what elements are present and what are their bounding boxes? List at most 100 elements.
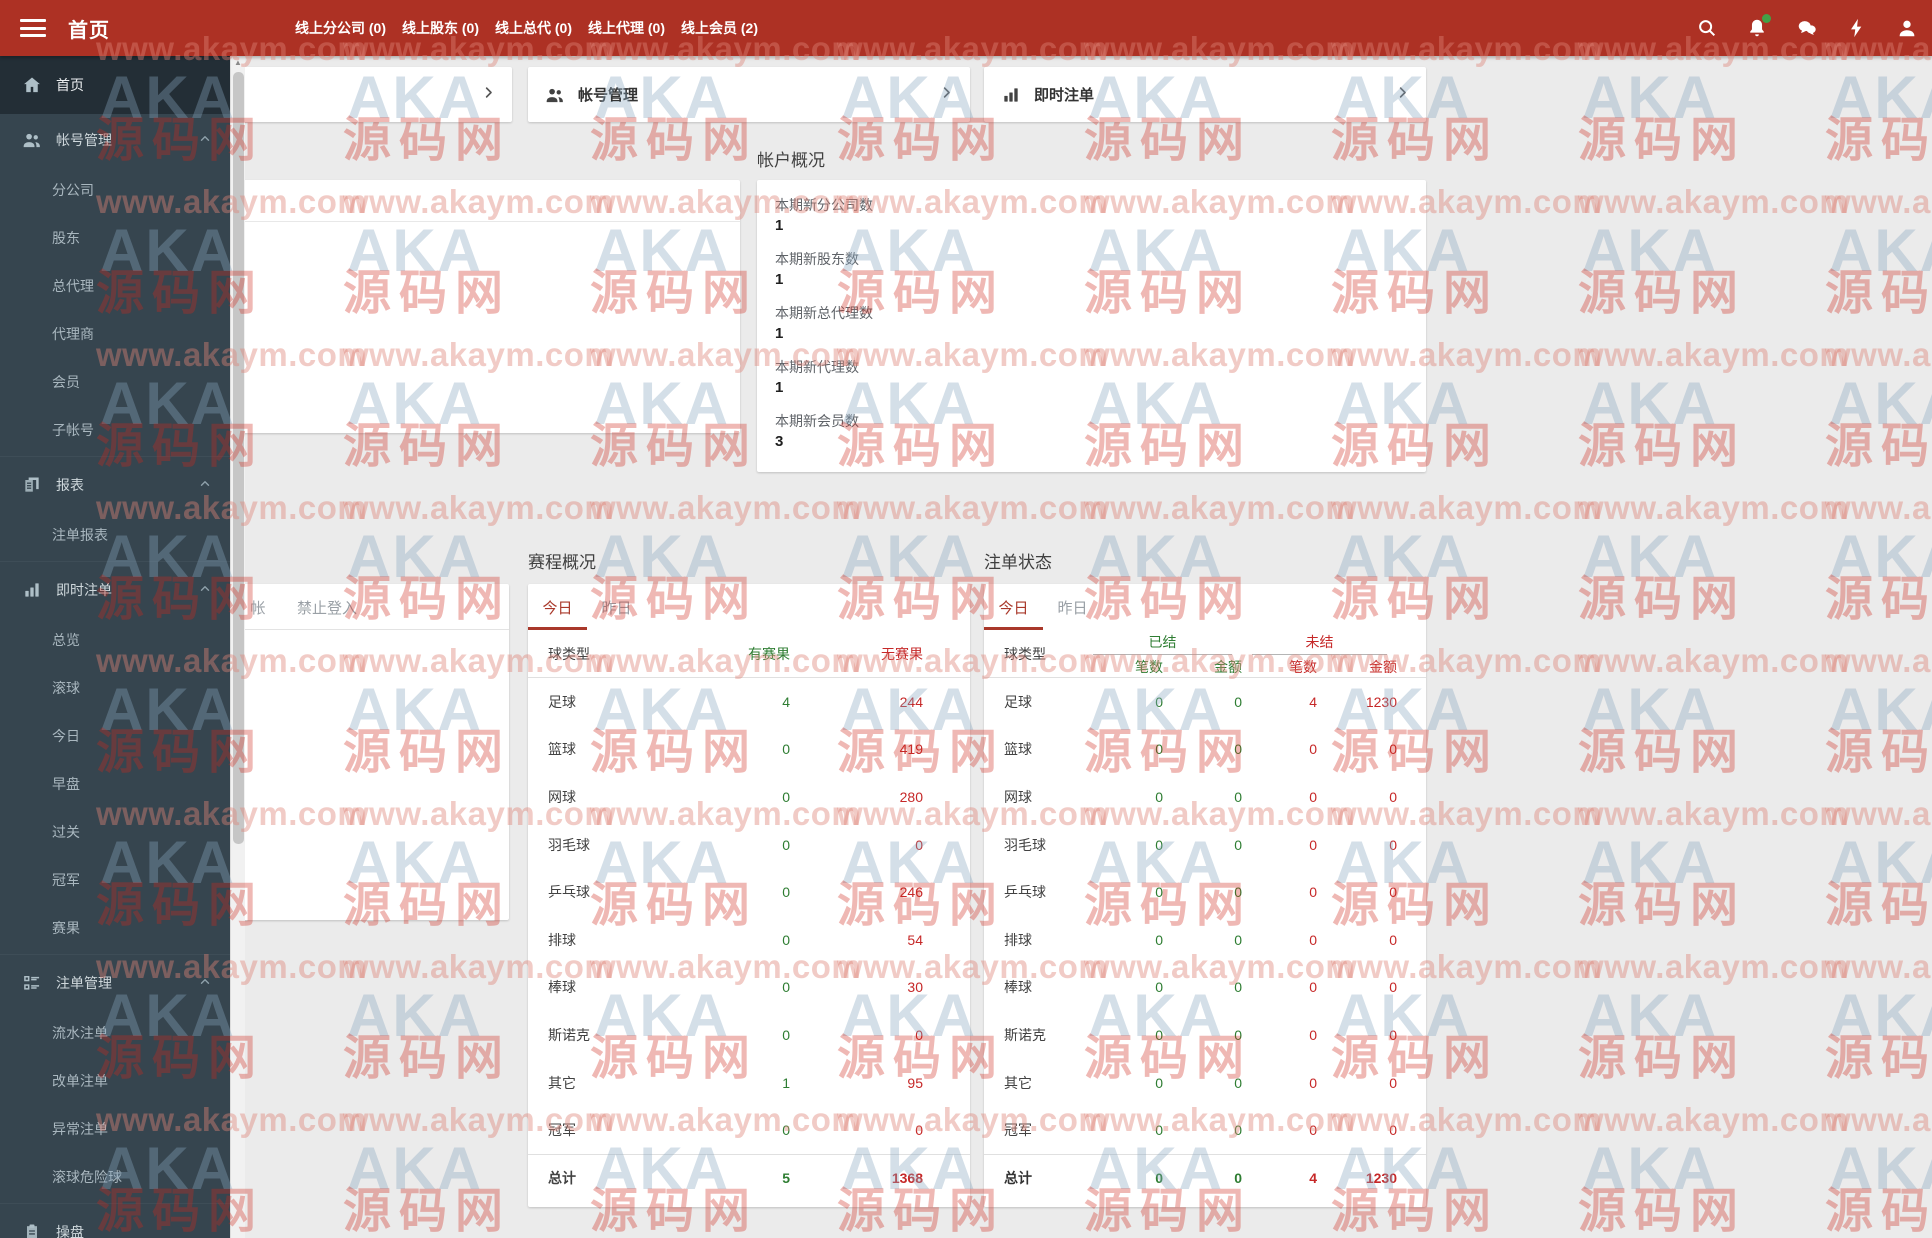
account-overview-heading: 帐户概况: [757, 151, 825, 170]
sidebar-subitem-流水注单[interactable]: 流水注单: [0, 1009, 230, 1057]
sidebar-item-label: 报表: [56, 477, 84, 493]
sidebar-subitem-滚球[interactable]: 滚球: [0, 664, 230, 712]
sidebar-subitem-改单注单[interactable]: 改单注单: [0, 1057, 230, 1105]
stat-value: 1: [775, 217, 784, 234]
shortcut-card-account[interactable]: 帐号管理: [528, 67, 970, 122]
chevron-up-icon: [198, 975, 212, 992]
sidebar-subitem-会员[interactable]: 会员: [0, 358, 230, 406]
stat-block: 本期新股东数 1: [757, 246, 1426, 300]
sidebar-subitem-注单报表[interactable]: 注单报表: [0, 511, 230, 559]
watermark-tile: www.akaym.comAKA源码网: [1578, 795, 1850, 932]
watermark-tile: www.akaym.comAKA源码网: [1825, 336, 1932, 473]
stat-label: 本期新总代理数: [775, 305, 873, 321]
sidebar-item-帐号管理[interactable]: 帐号管理: [0, 114, 230, 166]
bets-table-row: 乒乓球 0 0 0 0: [1004, 884, 1397, 901]
schedule-table-row: 冠军 0 0: [548, 1122, 923, 1139]
sidebar: 首页 帐号管理 分公司 股东 总代理 代理商 会员 子帐号报表注单报表即时注单总览 滚球 今日 早盘…: [0, 56, 230, 1238]
watermark-tile: www.akaym.comAKA源码网: [1578, 642, 1850, 779]
bet-status-heading: 注单状态: [984, 553, 1052, 572]
bets-tab-今日[interactable]: 今日: [984, 584, 1043, 630]
schedule-tab-今日[interactable]: 今日: [528, 584, 587, 630]
sidebar-subitem-过关[interactable]: 过关: [0, 808, 230, 856]
schedule-table-total: 总计 5 1368: [528, 1153, 970, 1202]
sidebar-subitem-早盘[interactable]: 早盘: [0, 760, 230, 808]
sidebar-item-即时注单[interactable]: 即时注单: [0, 564, 230, 616]
sidebar-divider: [0, 954, 230, 955]
search-icon[interactable]: [1696, 17, 1718, 39]
stat-value: 1: [775, 271, 784, 288]
notification-dot: [1762, 14, 1771, 23]
bets-table-total: 总计 0 0 4 1230: [984, 1153, 1426, 1202]
online-stat: 线上股东 (0): [402, 20, 479, 36]
bets-table-row: 冠军 0 0 0 0: [1004, 1122, 1397, 1139]
sidebar-subitem-冠军[interactable]: 冠军: [0, 856, 230, 904]
watermark-tile: www.akaym.comAKA源码网: [1825, 489, 1932, 626]
scroll-up-arrow[interactable]: ▲: [231, 56, 245, 70]
sidebar-subitem-分公司[interactable]: 分公司: [0, 166, 230, 214]
sidebar-divider: [0, 561, 230, 562]
sidebar-subitem-股东[interactable]: 股东: [0, 214, 230, 262]
watermark-tile: www.akaym.comAKA源码网: [1578, 489, 1850, 626]
online-stat: 线上会员 (2): [681, 20, 758, 36]
stat-block: 本期新分公司数 1: [757, 192, 1426, 246]
sidebar-subitem-总览[interactable]: 总览: [0, 616, 230, 664]
flash-icon[interactable]: [1846, 17, 1868, 39]
messages-icon[interactable]: [1796, 17, 1818, 39]
stat-block: 本期新总代理数 1: [757, 300, 1426, 354]
shortcut-card-bets[interactable]: 即时注单: [984, 67, 1426, 122]
tab-forbid-login[interactable]: 禁止登入: [287, 584, 367, 629]
schedule-table-row: 排球 0 54: [548, 931, 923, 948]
schedule-table-row: 乒乓球 0 246: [548, 884, 923, 901]
online-stat: 线上总代 (0): [495, 20, 572, 36]
online-stat: 线上分公司 (0): [295, 20, 386, 36]
online-stats: 线上分公司 (0) 线上股东 (0) 线上总代 (0) 线上代理 (0) 线上会员 (2…: [295, 18, 758, 38]
notifications-icon[interactable]: [1746, 14, 1771, 39]
sidebar-subitem-代理商[interactable]: 代理商: [0, 310, 230, 358]
sidebar-item-label: 即时注单: [56, 582, 112, 598]
sidebar-divider: [0, 456, 230, 457]
watermark-tile: www.akaym.comAKA源码网: [1825, 1101, 1932, 1238]
menu-icon[interactable]: [20, 19, 46, 37]
stat-label: 本期新代理数: [775, 359, 859, 375]
stat-value: 3: [775, 433, 784, 450]
tab-partial[interactable]: 帐: [243, 584, 273, 629]
page-title: 首页: [68, 19, 110, 42]
topbar-icons: [1696, 14, 1918, 39]
sidebar-item-操盘[interactable]: 操盘: [0, 1206, 230, 1238]
sidebar-item-label: 注单管理: [56, 975, 112, 991]
bets-tab-昨日[interactable]: 昨日: [1043, 584, 1102, 630]
watermark-tile: www.akaym.comAKA源码网: [1825, 183, 1932, 320]
sidebar-item-首页[interactable]: 首页: [0, 56, 230, 114]
account-icon[interactable]: [1896, 17, 1918, 39]
sidebar-subitem-赛果[interactable]: 赛果: [0, 904, 230, 952]
schedule-table-row: 篮球 0 419: [548, 741, 923, 758]
schedule-tab-昨日[interactable]: 昨日: [587, 584, 646, 630]
users-icon: [545, 85, 565, 105]
bets-table-row: 棒球 0 0 0 0: [1004, 979, 1397, 996]
bets-table-row: 斯诺克 0 0 0 0: [1004, 1026, 1397, 1043]
sidebar-subitem-总代理[interactable]: 总代理: [0, 262, 230, 310]
sidebar-subitem-异常注单[interactable]: 异常注单: [0, 1105, 230, 1153]
bet-status-card: 今日 昨日 球类型 已结 未结 笔数 金额 笔数 金额 足球 0 0 4 1230 篮球 0 0 0 0 网球 0 0 0 0…: [984, 584, 1426, 1207]
account-overview-card: 本期新分公司数 1 本期新股东数 1 本期新总代理数 1 本期新代理数 1 本期新会员数 3: [757, 180, 1426, 472]
shortcut-card-label: 帐号管理: [578, 87, 639, 104]
watermark-tile: www.akaym.comAKA源码网: [1578, 948, 1850, 1085]
report-icon: [22, 475, 42, 495]
sidebar-item-报表[interactable]: 报表: [0, 459, 230, 511]
bets-table-row: 网球 0 0 0 0: [1004, 788, 1397, 805]
watermark-tile: www.akaym.comAKA源码网: [1825, 642, 1932, 779]
sidebar-item-注单管理[interactable]: 注单管理: [0, 957, 230, 1009]
sidebar-scrollbar[interactable]: ▲: [230, 56, 245, 1238]
bets-table-header: 球类型 已结 未结 笔数 金额 笔数 金额: [984, 630, 1426, 678]
chart-icon: [1001, 85, 1021, 105]
sidebar-subitem-子帐号[interactable]: 子帐号: [0, 406, 230, 454]
schedule-table-row: 斯诺克 0 0: [548, 1026, 923, 1043]
users-icon: [22, 130, 42, 150]
sidebar-subitem-滚球危险球[interactable]: 滚球危险球: [0, 1153, 230, 1201]
schedule-table-row: 其它 1 95: [548, 1074, 923, 1091]
sidebar-subitem-今日[interactable]: 今日: [0, 712, 230, 760]
chart-icon: [22, 580, 42, 600]
schedule-table-row: 网球 0 280: [548, 788, 923, 805]
scrollbar-thumb[interactable]: [233, 72, 244, 844]
orders-icon: [22, 973, 42, 993]
